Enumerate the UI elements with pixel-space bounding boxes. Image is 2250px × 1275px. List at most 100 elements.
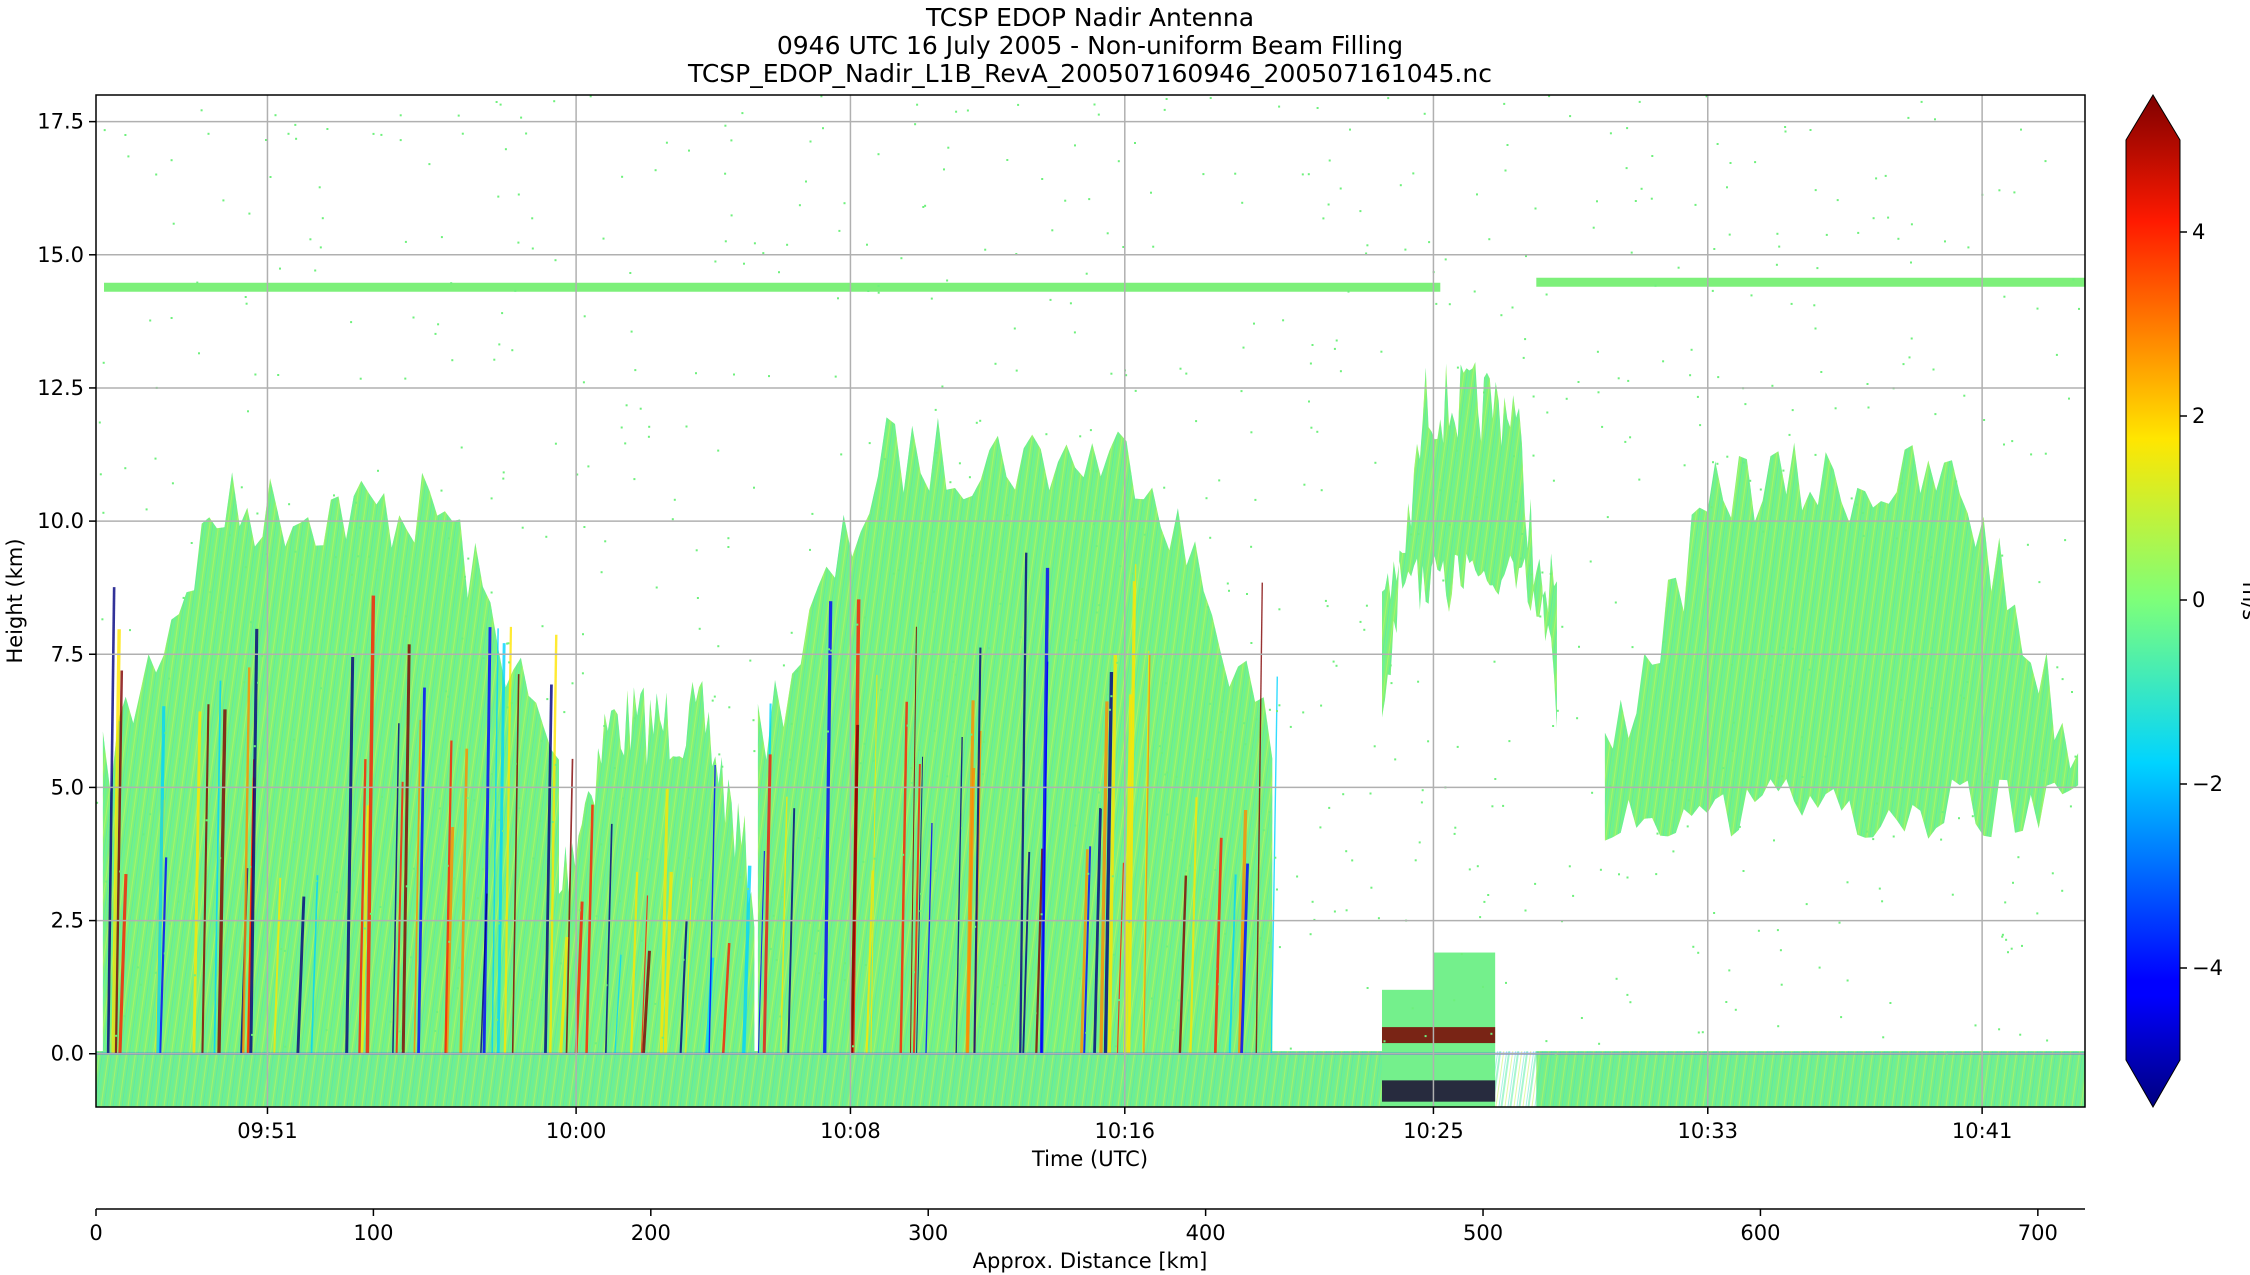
noise-speck bbox=[359, 377, 362, 380]
noise-speck bbox=[933, 729, 936, 732]
noise-speck bbox=[1255, 718, 1258, 721]
noise-speck bbox=[520, 116, 523, 119]
noise-speck bbox=[1963, 394, 1966, 397]
noise-speck bbox=[1576, 717, 1579, 720]
noise-speck bbox=[2044, 160, 2047, 163]
colorbar-tick-label: 0 bbox=[2192, 588, 2205, 612]
noise-speck bbox=[1726, 455, 1729, 458]
noise-speck bbox=[1088, 198, 1091, 201]
noise-speck bbox=[319, 246, 322, 249]
noise-speck bbox=[1640, 187, 1643, 190]
noise-speck bbox=[984, 248, 987, 251]
noise-speck bbox=[1106, 693, 1109, 696]
noise-speck bbox=[1345, 909, 1348, 912]
noise-speck bbox=[228, 534, 231, 537]
noise-speck bbox=[743, 262, 745, 265]
noise-speck bbox=[501, 312, 504, 315]
noise-speck bbox=[1734, 1008, 1737, 1011]
noise-speck bbox=[1591, 791, 1594, 794]
noise-speck bbox=[1224, 932, 1227, 935]
noise-speck bbox=[856, 623, 859, 626]
noise-speck bbox=[929, 950, 932, 953]
noise-speck bbox=[502, 477, 505, 480]
noise-speck bbox=[1185, 869, 1187, 872]
noise-speck bbox=[1814, 327, 1817, 330]
noise-speck bbox=[1791, 647, 1794, 650]
noise-speck bbox=[129, 629, 131, 632]
noise-speck bbox=[654, 1002, 657, 1005]
noise-speck bbox=[970, 733, 973, 736]
noise-speck bbox=[2074, 755, 2077, 758]
noise-speck bbox=[498, 343, 501, 346]
noise-speck bbox=[1569, 115, 1572, 118]
noise-speck bbox=[1597, 391, 1600, 394]
noise-speck bbox=[334, 556, 337, 559]
noise-speck bbox=[2003, 443, 2005, 446]
noise-speck bbox=[124, 134, 127, 136]
noise-speck bbox=[1339, 370, 1342, 373]
noise-speck bbox=[602, 237, 605, 240]
noise-speck bbox=[654, 169, 657, 172]
noise-speck bbox=[1808, 668, 1811, 671]
noise-speck bbox=[496, 1018, 498, 1021]
noise-speck bbox=[269, 176, 272, 178]
noise-speck bbox=[1771, 384, 1774, 387]
noise-speck bbox=[1577, 381, 1580, 383]
noise-speck bbox=[1638, 478, 1641, 481]
noise-speck bbox=[647, 435, 650, 438]
noise-speck bbox=[200, 109, 203, 112]
noise-speck bbox=[1390, 682, 1393, 685]
noise-speck bbox=[753, 750, 756, 753]
noise-speck bbox=[1301, 173, 1304, 176]
noise-speck bbox=[1983, 419, 1986, 421]
noise-speck bbox=[1552, 725, 1555, 727]
noise-speck bbox=[1476, 865, 1479, 868]
noise-speck bbox=[1051, 229, 1054, 232]
noise-speck bbox=[1483, 391, 1485, 394]
noise-speck bbox=[1656, 832, 1659, 835]
noise-speck bbox=[437, 323, 440, 326]
distance-tick-label: 100 bbox=[353, 1221, 393, 1245]
noise-speck bbox=[2020, 128, 2022, 131]
noise-speck bbox=[578, 909, 581, 912]
noise-speck bbox=[405, 615, 408, 618]
noise-speck bbox=[446, 864, 449, 867]
noise-speck bbox=[1476, 193, 1478, 196]
colorbar: −4 −2 0 2 4 m/s bbox=[2125, 94, 2250, 1109]
noise-speck bbox=[1006, 514, 1009, 517]
noise-speck bbox=[2010, 947, 2013, 950]
noise-speck bbox=[1163, 486, 1166, 489]
noise-speck bbox=[1079, 435, 1082, 438]
noise-speck bbox=[205, 819, 208, 822]
noise-speck bbox=[1578, 645, 1580, 648]
noise-speck bbox=[1634, 200, 1637, 202]
noise-speck bbox=[1316, 107, 1319, 109]
noise-speck bbox=[1784, 126, 1787, 128]
noise-speck bbox=[1359, 620, 1362, 623]
noise-speck bbox=[1165, 98, 1168, 100]
noise-speck bbox=[1814, 189, 1817, 192]
noise-speck bbox=[209, 591, 212, 594]
noise-speck bbox=[1143, 533, 1146, 536]
noise-speck bbox=[768, 375, 770, 378]
noise-speck bbox=[2036, 307, 2039, 310]
noise-speck bbox=[559, 962, 562, 965]
noise-speck bbox=[1073, 331, 1076, 334]
noise-speck bbox=[1428, 241, 1431, 244]
noise-speck bbox=[1782, 469, 1785, 472]
noise-speck bbox=[714, 260, 717, 263]
noise-speck bbox=[818, 972, 821, 975]
noise-speck bbox=[1335, 339, 1338, 342]
figure: TCSP EDOP Nadir Antenna 0946 UTC 16 July… bbox=[3, 3, 2250, 1273]
noise-speck bbox=[495, 101, 498, 103]
noise-speck bbox=[1152, 245, 1155, 248]
noise-speck bbox=[724, 124, 727, 127]
noise-speck bbox=[2072, 278, 2075, 281]
noise-speck bbox=[999, 602, 1002, 605]
noise-speck bbox=[434, 332, 437, 335]
noise-speck bbox=[1410, 533, 1413, 536]
noise-speck bbox=[456, 987, 459, 990]
noise-speck bbox=[2044, 452, 2047, 455]
noise-speck bbox=[790, 631, 793, 634]
noise-speck bbox=[458, 747, 461, 750]
